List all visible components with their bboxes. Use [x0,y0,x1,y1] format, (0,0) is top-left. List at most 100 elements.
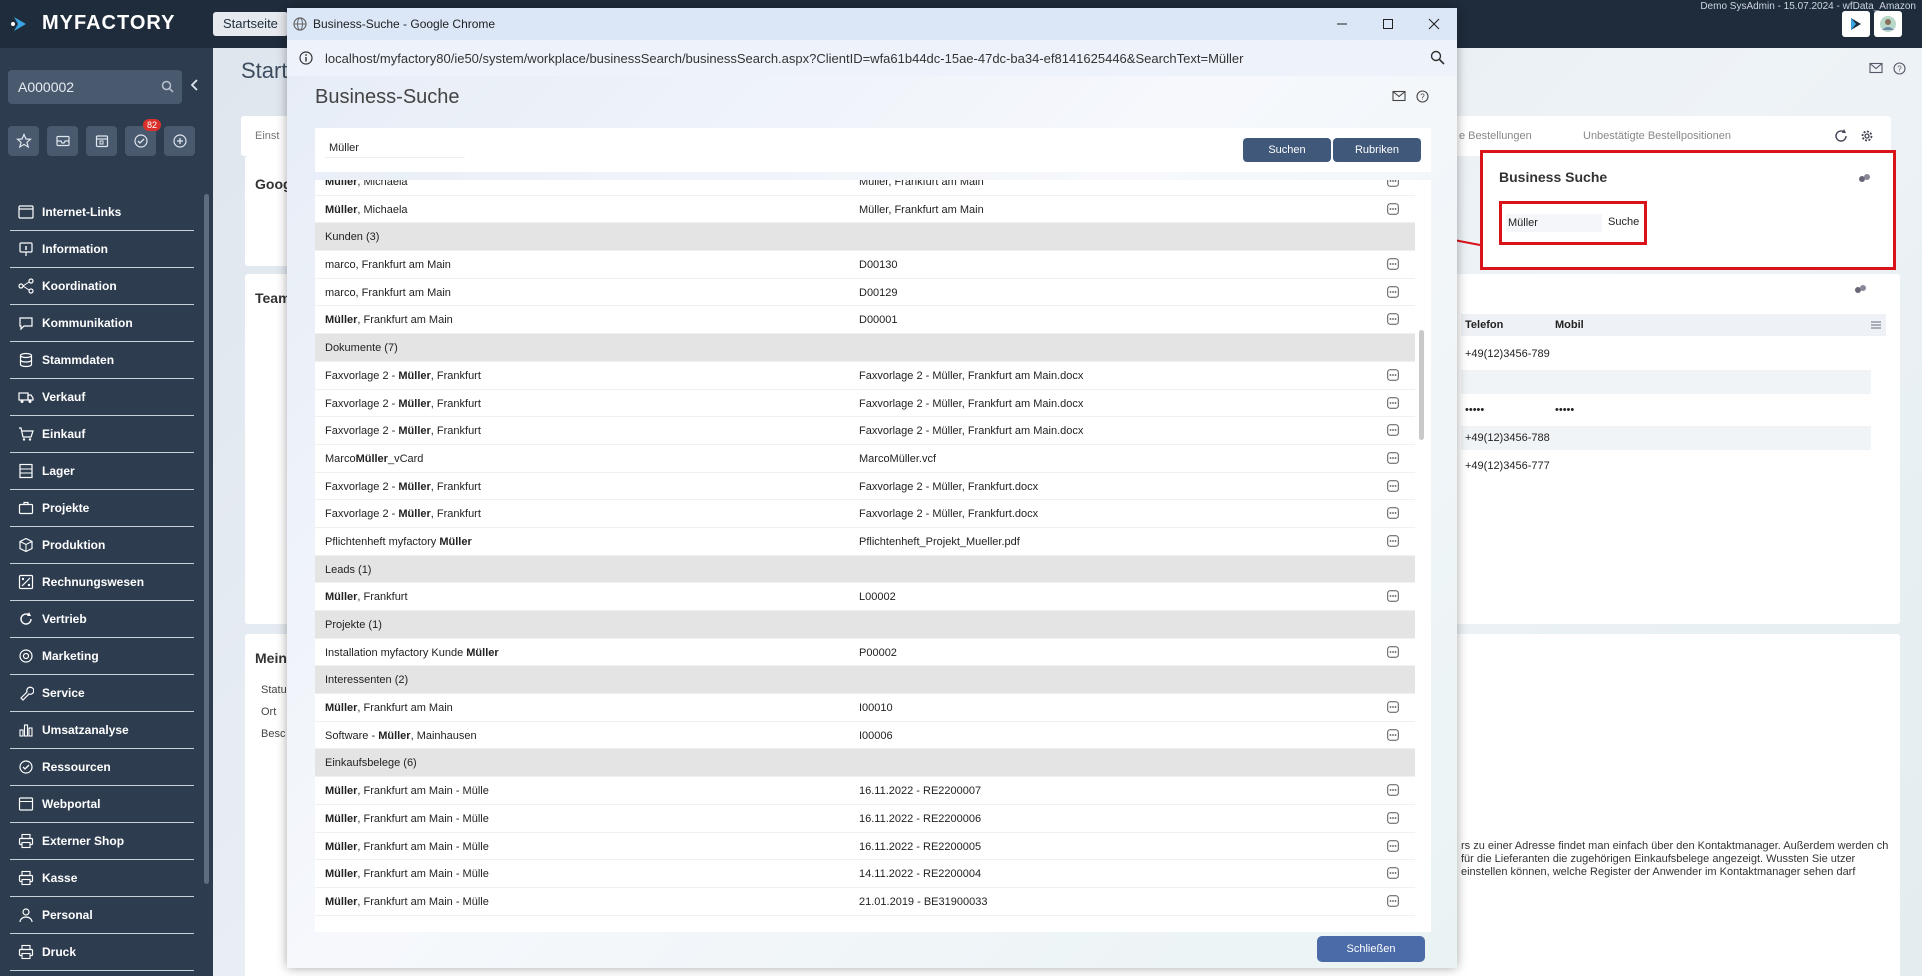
result-row[interactable]: Müller, Frankfurt am Main - Mülle 21.01.2… [315,888,1415,916]
business-suche-input[interactable]: Müller [1506,214,1602,232]
sidebar-item-produktion[interactable]: Produktion [10,527,194,564]
team-row[interactable]: +49(12)3456-788 [1461,426,1871,450]
sidebar-item-externer-shop[interactable]: Externer Shop [10,823,194,860]
more-options-icon[interactable] [1387,839,1399,852]
team-row[interactable]: ••••• ••••• [1461,398,1871,422]
categories-button[interactable]: Rubriken [1333,138,1421,162]
sidebar-item-webportal[interactable]: Webportal [10,786,194,823]
more-options-icon[interactable] [1387,535,1399,547]
result-row[interactable]: marco, Frankfurt am Main D00130 [315,251,1415,279]
tab-bestellungen[interactable]: e Bestellungen [1459,130,1532,142]
url-text[interactable]: localhost/myfactory80/ie50/system/workpl… [325,51,1243,66]
widget-options-icon[interactable] [1857,173,1871,183]
sidebar-scrollbar[interactable] [204,194,209,884]
more-options-icon[interactable] [1387,728,1399,741]
help-icon[interactable]: ? [1893,62,1906,75]
tab-startseite[interactable]: Startseite [213,12,288,36]
search-input[interactable] [325,138,465,158]
sidebar-item-einkauf[interactable]: Einkauf [10,416,194,453]
site-info-icon[interactable] [299,51,313,65]
sidebar-item-umsatzanalyse[interactable]: Umsatzanalyse [10,712,194,749]
zoom-icon[interactable] [1430,50,1445,65]
result-group-header[interactable]: Dokumente (7) [315,334,1415,362]
result-row[interactable]: Müller, Michaela Müller, Frankfurt am Mai… [315,196,1415,224]
sidebar-item-ressourcen[interactable]: Ressourcen [10,749,194,786]
tab-einstellungen[interactable]: Einst [255,130,279,142]
more-options-icon[interactable] [1387,701,1399,713]
tab-unbestaetigte-bestellpositionen[interactable]: Unbestätigte Bestellpositionen [1583,130,1731,142]
result-group-header[interactable]: Interessenten (2) [315,666,1415,695]
more-options-icon[interactable] [1387,645,1399,658]
more-options-icon[interactable] [1387,507,1399,520]
collapse-sidebar-button[interactable] [190,78,200,94]
more-options-icon[interactable] [1387,479,1399,492]
result-row[interactable]: Müller, Frankfurt am Main - Mülle 16.11.2… [315,805,1415,833]
team-row[interactable] [1461,370,1871,394]
result-row[interactable]: Software - Müller, Mainhausen I00006 [315,722,1415,750]
search-icon[interactable] [161,80,174,93]
more-options-icon[interactable] [1387,895,1399,907]
sidebar-item-koordination[interactable]: Koordination [10,268,194,305]
more-options-icon[interactable] [1387,452,1399,464]
search-button[interactable]: Suchen [1243,138,1331,162]
sidebar-item-lager[interactable]: Lager [10,453,194,490]
more-options-icon[interactable] [1387,812,1399,824]
sidebar-item-kommunikation[interactable]: Kommunikation [10,305,194,342]
header-mobil[interactable]: Mobil [1555,319,1584,331]
close-button[interactable]: Schließen [1317,936,1425,962]
result-row[interactable]: Pflichtenheft myfactory Müller Pflichtenh… [315,528,1415,556]
sidebar-item-information[interactable]: Information [10,231,194,268]
team-row[interactable]: +49(12)3456-777 [1461,454,1871,478]
add-button[interactable] [164,126,195,156]
brand-logo[interactable]: MYFACTORY [10,12,175,35]
app-switch-button[interactable] [1842,11,1870,37]
sidebar-item-verkauf[interactable]: Verkauf [10,379,194,416]
result-row[interactable]: Faxvorlage 2 - Müller, Frankfurt Faxvorla… [315,500,1415,528]
result-row[interactable]: Installation myfactory Kunde Müller P0000… [315,639,1415,667]
business-suche-button[interactable]: Suche [1608,216,1639,228]
sidebar-item-personal[interactable]: Personal [10,897,194,934]
mail-icon[interactable] [1869,62,1883,74]
close-window-button[interactable] [1411,8,1457,40]
sidebar-search-input[interactable]: A000002 [8,70,182,104]
result-group-header[interactable]: Leads (1) [315,555,1415,584]
sidebar-item-marketing[interactable]: Marketing [10,638,194,675]
sidebar-item-projekte[interactable]: Projekte [10,490,194,527]
result-row[interactable]: Müller, Frankfurt am Main I00010 [315,694,1415,722]
sidebar-item-service[interactable]: Service [10,675,194,712]
favorites-button[interactable] [8,126,39,156]
sidebar-item-vertrieb[interactable]: Vertrieb [10,601,194,638]
result-row[interactable]: Müller, Frankfurt am Main - Mülle 16.11.2… [315,777,1415,805]
column-menu-icon[interactable] [1871,320,1881,330]
maximize-button[interactable] [1365,8,1411,40]
team-row[interactable]: +49(12)3456-789 [1461,342,1871,366]
more-options-icon[interactable] [1387,202,1399,215]
help-icon[interactable]: ? [1416,90,1429,103]
result-row[interactable]: marco, Frankfurt am Main D00129 [315,279,1415,307]
more-options-icon[interactable] [1387,285,1399,298]
more-options-icon[interactable] [1387,369,1399,381]
user-avatar-button[interactable] [1874,11,1902,37]
result-row[interactable]: Müller, Michaela Müller, Frankfurt am Mai… [315,180,1415,196]
result-row[interactable]: Faxvorlage 2 - Müller, Frankfurt Faxvorla… [315,390,1415,418]
more-options-icon[interactable] [1387,867,1399,879]
result-row[interactable]: MarcoMüller_vCard MarcoMüller.vcf [315,445,1415,473]
more-options-icon[interactable] [1387,784,1399,796]
mail-icon[interactable] [1392,90,1406,102]
sidebar-item-stammdaten[interactable]: Stammdaten [10,342,194,379]
minimize-button[interactable] [1319,8,1365,40]
result-row[interactable]: Faxvorlage 2 - Müller, Frankfurt Faxvorla… [315,417,1415,445]
tasks-button[interactable]: 82 [125,119,161,156]
result-row[interactable]: Faxvorlage 2 - Müller, Frankfurt Faxvorla… [315,362,1415,390]
sidebar-item-kasse[interactable]: Kasse [10,860,194,897]
sidebar-item-internet-links[interactable]: Internet-Links [10,194,194,231]
result-group-header[interactable]: Projekte (1) [315,611,1415,639]
result-row[interactable]: Müller, Frankfurt am Main - Mülle 16.11.2… [315,833,1415,861]
refresh-icon[interactable] [1833,128,1849,144]
results-scrollbar[interactable] [1419,330,1424,440]
result-row[interactable]: Müller, Frankfurt am Main D00001 [315,306,1415,335]
more-options-icon[interactable] [1387,313,1399,326]
sidebar-item-rechnungswesen[interactable]: Rechnungswesen [10,564,194,601]
more-options-icon[interactable] [1387,590,1399,603]
gear-icon[interactable] [1859,128,1875,144]
